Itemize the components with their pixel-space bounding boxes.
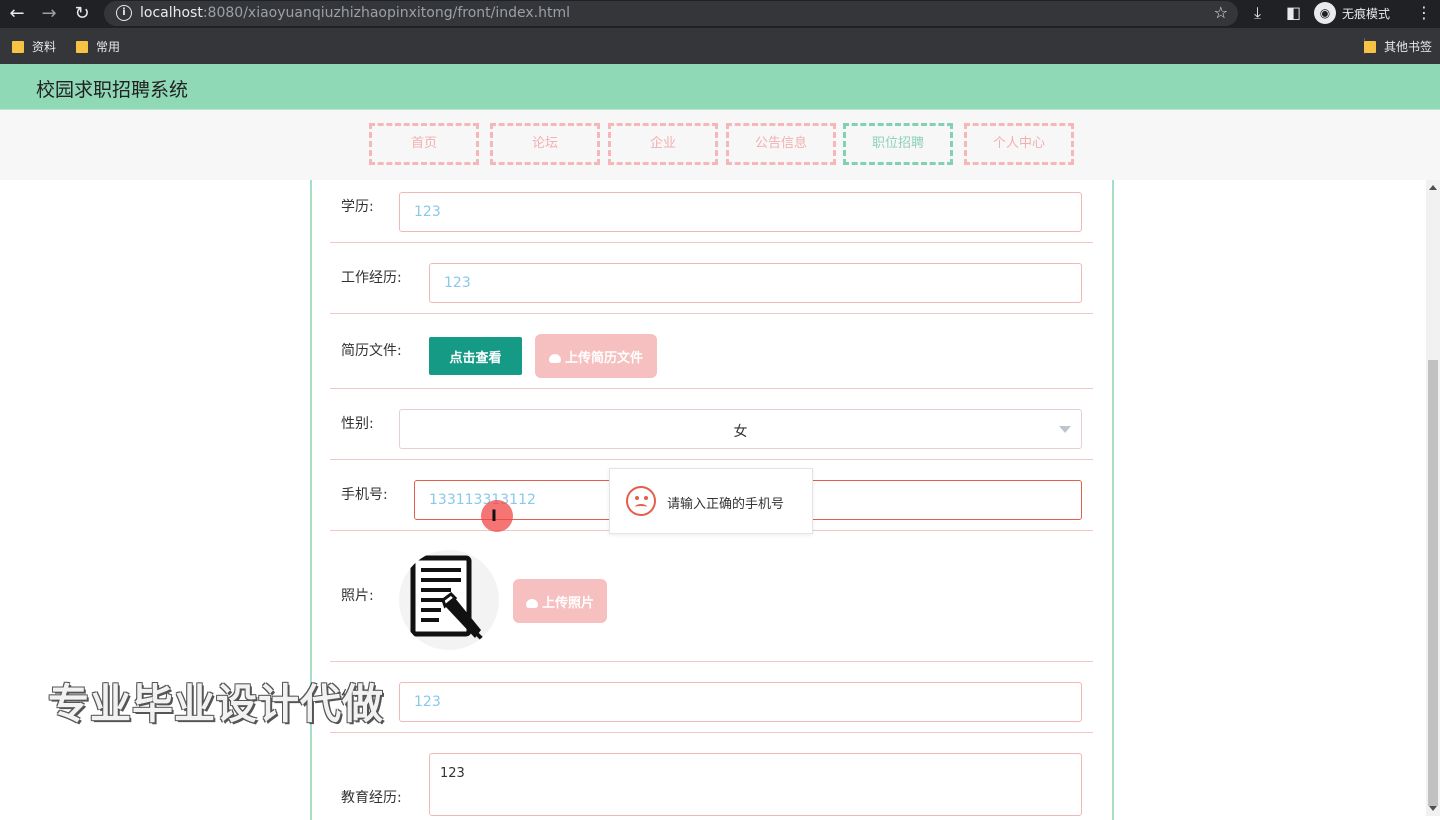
gender-value: 女 — [733, 424, 748, 440]
scroll-down-icon[interactable] — [1429, 806, 1437, 811]
upload-resume-button[interactable]: 上传简历文件 — [535, 334, 657, 378]
upload-photo-label: 上传照片 — [541, 594, 594, 610]
work-label: 工作经历: — [341, 270, 402, 286]
cursor-highlight — [481, 500, 513, 532]
nav-profile[interactable]: 个人中心 — [964, 123, 1074, 165]
reload-icon[interactable]: ↻ — [71, 3, 93, 25]
row-divider — [330, 661, 1093, 662]
resume-document-icon — [410, 555, 487, 644]
validation-tooltip: 请输入正确的手机号 — [609, 468, 813, 534]
url-text[interactable]: localhost:8080/xiaoyuanqiuzhizhaopinxito… — [140, 5, 570, 21]
browser-toolbar: ← → ↻ i localhost:8080/xiaoyuanqiuzhizha… — [0, 0, 1440, 28]
side-panel-icon[interactable]: ◧ — [1286, 3, 1301, 22]
app-title: 校园求职招聘系统 — [36, 79, 189, 101]
row-divider — [330, 388, 1093, 389]
bookmark-star-icon[interactable]: ☆ — [1214, 3, 1228, 22]
download-icon[interactable]: ⤓ — [1254, 3, 1261, 23]
chevron-down-icon — [1059, 426, 1071, 433]
nav-company[interactable]: 企业 — [608, 123, 718, 165]
menu-kebab-icon[interactable]: ⋮ — [1416, 3, 1432, 22]
position-input[interactable]: 123 — [399, 682, 1082, 722]
folder-icon — [12, 40, 24, 53]
other-bookmarks[interactable]: 其他书签 — [1364, 38, 1432, 55]
nav-announcements[interactable]: 公告信息 — [726, 123, 836, 165]
edu-exp-label: 教育经历: — [341, 790, 402, 806]
cloud-upload-icon — [525, 598, 538, 608]
back-arrow-icon[interactable]: ← — [6, 3, 28, 25]
cloud-upload-icon — [548, 353, 561, 363]
scroll-up-icon[interactable] — [1429, 185, 1437, 190]
upload-resume-label: 上传简历文件 — [564, 349, 643, 365]
row-divider — [330, 732, 1093, 733]
phone-label: 手机号: — [341, 487, 388, 503]
photo-label: 照片: — [341, 588, 374, 604]
app-header: 校园求职招聘系统 — [0, 64, 1440, 110]
info-icon[interactable]: i — [116, 5, 132, 21]
bookmark-folder-changyong[interactable]: 常用 — [76, 38, 120, 55]
photo-preview — [399, 550, 499, 650]
upload-photo-button[interactable]: 上传照片 — [513, 579, 607, 623]
row-divider — [330, 313, 1093, 314]
bookmark-folder-ziliao[interactable]: 资料 — [12, 38, 56, 55]
folder-icon — [76, 40, 88, 53]
view-resume-button[interactable]: 点击查看 — [429, 337, 522, 375]
scrollbar-thumb[interactable] — [1428, 360, 1438, 806]
validation-message: 请输入正确的手机号 — [667, 497, 785, 512]
work-experience-input[interactable]: 123 — [429, 263, 1082, 303]
sad-face-icon — [626, 486, 656, 516]
address-bar[interactable]: i localhost:8080/xiaoyuanqiuzhizhaopinxi… — [104, 1, 1238, 26]
forward-arrow-icon[interactable]: → — [38, 3, 60, 25]
page-scrollbar[interactable] — [1426, 180, 1440, 816]
text-cursor-icon: I — [491, 506, 497, 525]
bookmark-label: 常用 — [96, 40, 121, 54]
resume-label: 简历文件: — [341, 343, 402, 359]
education-label: 学历: — [341, 199, 374, 215]
row-divider — [330, 242, 1093, 243]
edu-exp-textarea[interactable]: 123 — [429, 753, 1082, 816]
education-input[interactable]: 123 — [399, 192, 1082, 232]
work-value: 123 — [444, 275, 471, 291]
incognito-icon: ◉ — [1314, 2, 1336, 24]
education-value: 123 — [414, 204, 441, 220]
row-divider — [330, 459, 1093, 460]
gender-label: 性别: — [341, 416, 374, 432]
bookmark-label: 资料 — [32, 40, 57, 54]
folder-icon — [1364, 40, 1376, 53]
main-nav: 首页 论坛 企业 公告信息 职位招聘 个人中心 — [0, 110, 1440, 180]
position-value: 123 — [414, 694, 441, 710]
gender-select[interactable]: 女 — [399, 409, 1082, 449]
edu-exp-value: 123 — [440, 766, 465, 781]
nav-forum[interactable]: 论坛 — [490, 123, 600, 165]
incognito-profile[interactable]: ◉ 无痕模式 — [1314, 2, 1390, 24]
bookmarks-bar: 资料 常用 其他书签 — [0, 28, 1440, 64]
phone-value: 133113313112 — [429, 492, 536, 508]
nav-home[interactable]: 首页 — [369, 123, 479, 165]
profile-label: 无痕模式 — [1342, 6, 1391, 21]
nav-jobs[interactable]: 职位招聘 — [843, 123, 953, 165]
watermark-text: 专业毕业设计代做 — [48, 680, 384, 728]
bookmark-label: 其他书签 — [1384, 40, 1433, 54]
